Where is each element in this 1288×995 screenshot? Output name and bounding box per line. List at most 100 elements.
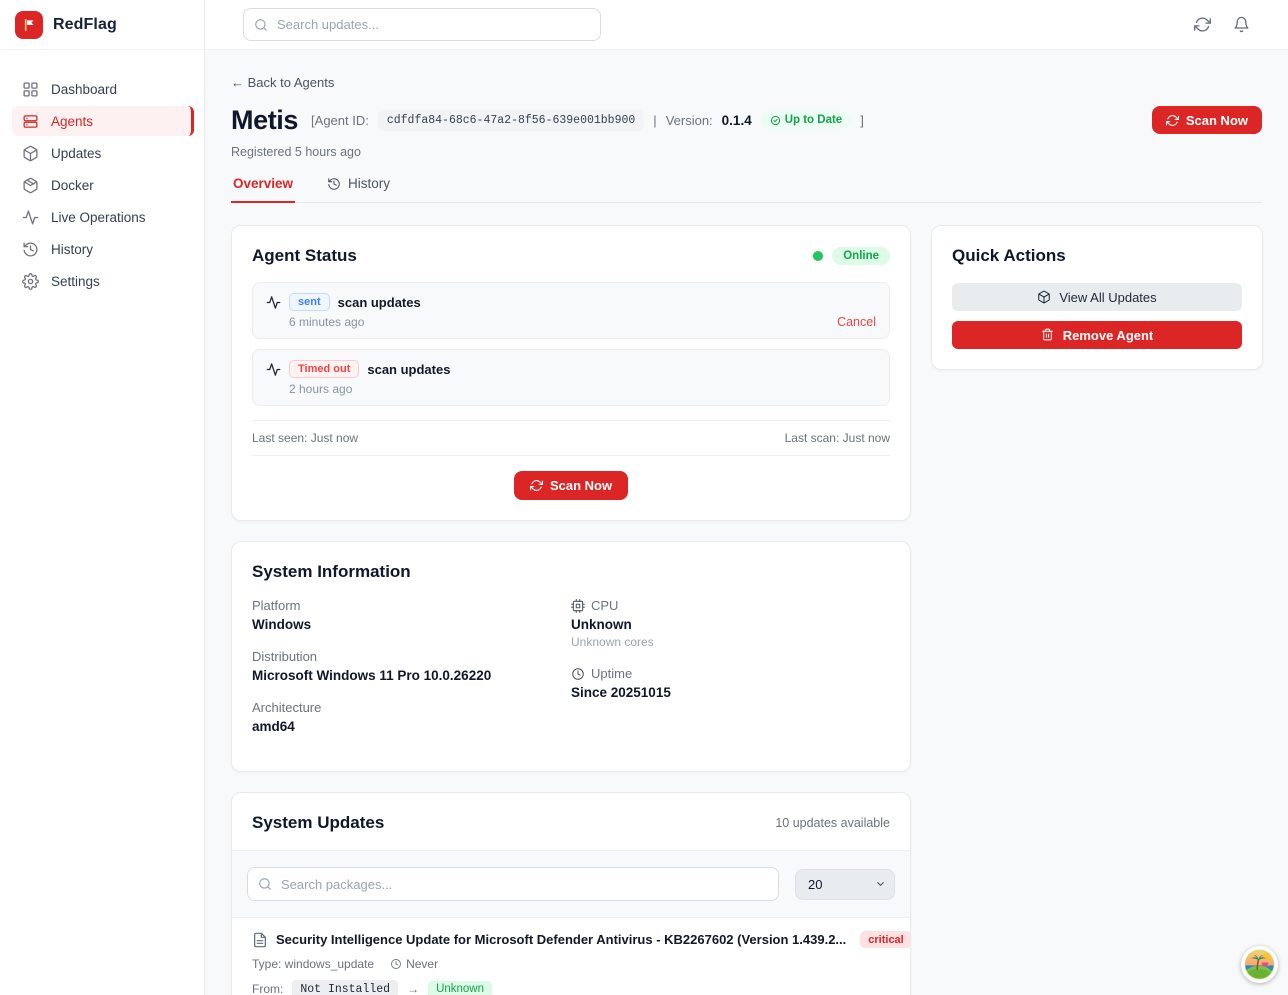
scan-now-button[interactable]: Scan Now [1152,106,1262,134]
sidebar-item-history[interactable]: History [12,234,194,264]
remove-agent-button[interactable]: Remove Agent [952,321,1242,349]
tab-history[interactable]: History [325,176,392,202]
history-icon [327,177,341,191]
bracket-close: ] [860,113,864,128]
event-action: scan updates [338,295,421,310]
refresh-icon [1166,114,1179,127]
back-to-agents-link[interactable]: ← Back to Agents [231,75,334,90]
registered-text: Registered 5 hours ago [231,145,1262,159]
trash-icon [1041,328,1055,342]
agent-id-value: cdfdfa84-68c6-47a2-8f56-639e001bb900 [378,110,644,131]
last-seen: Last seen: Just now [252,431,358,445]
card-title: System Updates [252,813,384,833]
server-icon [22,113,39,130]
sidebar-nav: Dashboard Agents Updates Docker Live Ope… [0,50,204,296]
page-size-select[interactable]: 20 [795,869,895,900]
updates-count: 10 updates available [775,816,890,830]
agent-status-card: Agent Status Online sent scan updates [231,225,911,521]
event-status-badge: sent [289,293,330,311]
tropical-island-icon [1243,948,1276,981]
topbar [205,0,1288,50]
system-updates-card: System Updates 10 updates available 20 [231,792,911,995]
event-time: 6 minutes ago [289,315,364,329]
brand-name: RedFlag [53,16,117,34]
online-dot-icon [813,251,823,261]
quick-actions-card: Quick Actions View All Updates Remove Ag… [931,225,1263,370]
main-content: ← Back to Agents Metis [Agent ID: cdfdfa… [205,50,1288,995]
right-side: ← Back to Agents Metis [Agent ID: cdfdfa… [205,0,1288,995]
topbar-actions [1194,16,1250,33]
last-scan: Last scan: Just now [785,431,890,445]
activity-icon [266,295,281,310]
history-icon [22,241,39,258]
refresh-icon[interactable] [1194,16,1211,33]
sidebar-item-label: Settings [51,274,100,289]
agent-status-header: Agent Status Online [252,246,890,266]
severity-badge: critical [860,931,911,948]
sidebar-item-docker[interactable]: Docker [12,170,194,200]
page-title: Metis [231,105,298,136]
global-search-input[interactable] [243,8,601,41]
island-widget-button[interactable] [1241,946,1278,983]
package-time: Never [406,957,438,971]
activity-icon [22,209,39,226]
architecture-field: Architecture amd64 [252,700,571,734]
to-version: Unknown [428,981,492,995]
distribution-field: Distribution Microsoft Windows 11 Pro 10… [252,649,571,683]
gear-icon [22,273,39,290]
sidebar-item-live-operations[interactable]: Live Operations [12,202,194,232]
refresh-icon [530,479,543,492]
card-title: Quick Actions [952,246,1242,266]
arrow-right-icon: → [407,982,419,995]
card-title: Agent Status [252,246,357,266]
event-row: sent scan updates 6 minutes ago Cancel [252,282,890,339]
event-status-badge: Timed out [289,360,359,378]
bell-icon[interactable] [1233,16,1250,33]
activity-icon [266,362,281,377]
file-text-icon [252,932,268,948]
online-status: Online [813,247,890,265]
version-value: 0.1.4 [722,113,752,128]
content-grid: Agent Status Online sent scan updates [231,225,1262,995]
search-icon [254,18,268,32]
global-search [243,8,601,41]
event-action: scan updates [367,362,450,377]
sidebar: RedFlag Dashboard Agents Updates Docker … [0,0,205,995]
sidebar-item-settings[interactable]: Settings [12,266,194,296]
updates-toolbar: 20 [232,850,910,918]
card-title: System Information [252,562,890,582]
event-list: sent scan updates 6 minutes ago Cancel [252,282,890,406]
view-all-updates-button[interactable]: View All Updates [952,283,1242,311]
app-root: RedFlag Dashboard Agents Updates Docker … [0,0,1288,995]
tab-bar: Overview History [231,176,1262,203]
package-row: Security Intelligence Update for Microso… [232,918,910,995]
scan-now-button[interactable]: Scan Now [514,471,628,500]
package-search-input[interactable] [247,867,779,901]
sidebar-item-updates[interactable]: Updates [12,138,194,168]
cpu-icon [571,599,585,613]
cpu-field: CPU Unknown Unknown cores [571,598,890,649]
check-circle-icon [770,115,781,126]
brand-header: RedFlag [0,0,204,50]
package-title: Security Intelligence Update for Microso… [276,932,846,947]
package-type: Type: windows_update [252,957,374,971]
agent-id-prefix: [Agent ID: [311,113,369,128]
search-icon [258,877,272,891]
sidebar-item-agents[interactable]: Agents [12,106,194,136]
clock-icon [390,958,402,970]
from-label: From: [252,982,283,995]
grid-icon [22,81,39,98]
clock-icon [571,667,585,681]
package-icon [22,145,39,162]
separator: | [653,113,656,128]
sidebar-item-dashboard[interactable]: Dashboard [12,74,194,104]
cancel-link[interactable]: Cancel [837,315,876,329]
version-label: Version: [666,113,713,128]
tab-overview[interactable]: Overview [231,176,295,202]
sidebar-item-label: Updates [51,146,101,161]
platform-field: Platform Windows [252,598,571,632]
sidebar-item-label: Agents [51,114,93,129]
agent-meta: [Agent ID: cdfdfa84-68c6-47a2-8f56-639e0… [311,110,864,131]
event-row: Timed out scan updates 2 hours ago [252,349,890,406]
sidebar-item-label: Docker [51,178,94,193]
